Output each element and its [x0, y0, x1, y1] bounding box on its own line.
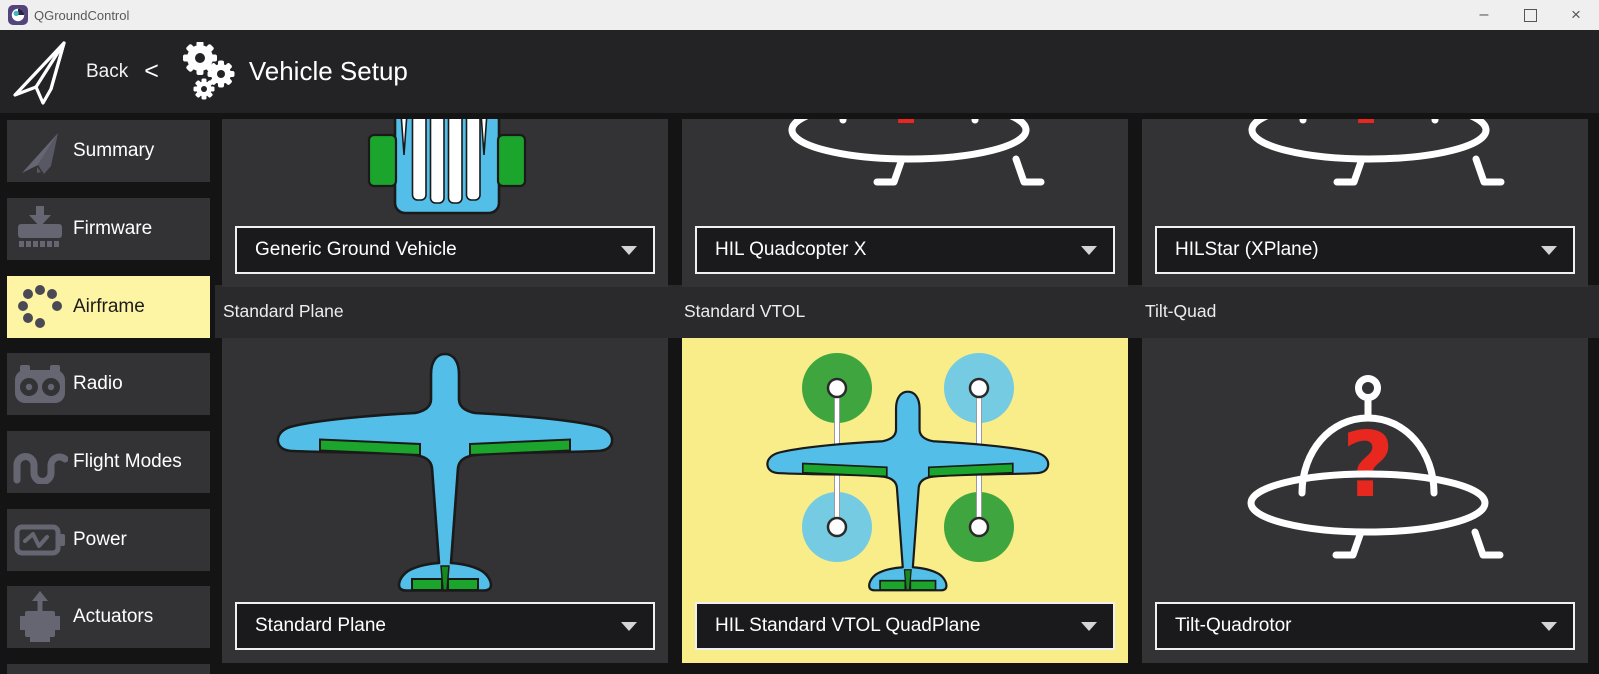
sidebar-item-partial[interactable] — [7, 664, 210, 674]
window-title: QGroundControl — [34, 7, 130, 23]
chevron-down-icon — [621, 621, 637, 631]
sidebar-item-label: Power — [73, 529, 127, 550]
standard-plane-image — [276, 352, 614, 592]
titlebar: QGroundControl – × — [0, 0, 1599, 30]
maximize-button[interactable] — [1507, 0, 1553, 30]
minimize-icon: – — [1479, 6, 1489, 23]
ground-vehicle-image — [367, 119, 527, 215]
sidebar-item-summary[interactable]: Summary — [7, 120, 210, 182]
close-icon: × — [1571, 5, 1581, 24]
airframe-select-dropdown[interactable]: HILStar (XPlane) — [1155, 226, 1575, 274]
sidebar-item-flight-modes[interactable]: Flight Modes — [7, 431, 210, 493]
dots-ring-icon — [7, 283, 73, 331]
sidebar-item-label: Actuators — [73, 606, 154, 627]
toolbar: Back < Vehicle Setup — [0, 30, 1599, 113]
minimize-button[interactable]: – — [1461, 0, 1507, 30]
airframe-select-dropdown[interactable]: Generic Ground Vehicle — [235, 226, 655, 274]
section-label-standard-plane: Standard Plane — [223, 301, 344, 321]
sidebar-item-label: Airframe — [73, 296, 145, 317]
back-button[interactable]: Back — [86, 61, 128, 83]
chevron-down-icon — [1081, 621, 1097, 631]
chevron-down-icon — [1541, 621, 1557, 631]
sidebar-item-radio[interactable]: Radio — [7, 353, 210, 415]
sidebar-item-label: Summary — [73, 140, 155, 161]
firmware-download-icon — [7, 206, 73, 252]
dropdown-value: HIL Standard VTOL QuadPlane — [715, 615, 981, 636]
sidebar-item-actuators[interactable]: Actuators — [7, 586, 210, 648]
airframe-card-standard-vtol-selected[interactable]: HIL Standard VTOL QuadPlane — [682, 338, 1128, 663]
dropdown-value: Standard Plane — [255, 615, 386, 636]
sidebar-item-airframe[interactable]: Airframe — [7, 276, 210, 338]
vtol-quadplane-image — [766, 353, 1050, 592]
motor-icon — [7, 591, 73, 643]
maximize-icon — [1523, 8, 1537, 22]
paper-plane-icon — [13, 40, 66, 105]
unknown-airframe-image — [1142, 338, 1588, 602]
airframe-select-dropdown[interactable]: HIL Quadcopter X — [695, 226, 1115, 274]
page-title: Vehicle Setup — [248, 56, 408, 86]
airframe-card-standard-plane[interactable]: Standard Plane — [222, 338, 668, 663]
qgc-logo-icon — [8, 5, 28, 25]
section-label-tilt-quad: Tilt-Quad — [1145, 301, 1217, 321]
sidebar-item-firmware[interactable]: Firmware — [7, 198, 210, 260]
airframe-card-tilt-quad[interactable]: Tilt-Quadrotor — [1142, 338, 1588, 663]
paper-plane-icon — [7, 127, 73, 175]
sidebar-item-label: Flight Modes — [73, 451, 182, 472]
dropdown-value: HIL Quadcopter X — [715, 239, 867, 260]
sidebar-item-power[interactable]: Power — [7, 509, 210, 571]
airframe-select-dropdown[interactable]: Tilt-Quadrotor — [1155, 602, 1575, 650]
unknown-airframe-image — [682, 119, 1128, 219]
qgroundcontrol-window: QGroundControl – × Back < Vehicle Setup … — [0, 0, 1599, 674]
airframe-card-hilstar-xplane[interactable]: HILStar (XPlane) — [1142, 119, 1588, 287]
section-label-standard-vtol: Standard VTOL — [684, 301, 806, 321]
chevron-down-icon — [1081, 245, 1097, 255]
sidebar-item-label: Firmware — [73, 218, 153, 239]
dropdown-value: Generic Ground Vehicle — [255, 239, 457, 260]
chevron-down-icon — [1541, 245, 1557, 255]
wave-icon — [7, 440, 73, 484]
airframe-select-dropdown[interactable]: Standard Plane — [235, 602, 655, 650]
gears-icon — [182, 41, 235, 99]
battery-icon — [7, 522, 73, 558]
rc-radio-icon — [7, 363, 73, 405]
unknown-airframe-image — [1142, 119, 1588, 219]
section-label-band: Standard Plane Standard VTOL Tilt-Quad — [215, 285, 1599, 338]
dropdown-value: Tilt-Quadrotor — [1175, 615, 1292, 636]
airframe-card-hil-quadcopter-x[interactable]: HIL Quadcopter X — [682, 119, 1128, 287]
dropdown-value: HILStar (XPlane) — [1175, 239, 1319, 260]
sidebar-item-label: Radio — [73, 373, 123, 394]
airframe-select-dropdown[interactable]: HIL Standard VTOL QuadPlane — [695, 602, 1115, 650]
breadcrumb-chevron: < — [144, 57, 159, 85]
airframe-card-generic-ground-vehicle[interactable]: Generic Ground Vehicle — [222, 119, 668, 287]
chevron-down-icon — [621, 245, 637, 255]
close-button[interactable]: × — [1553, 0, 1599, 30]
